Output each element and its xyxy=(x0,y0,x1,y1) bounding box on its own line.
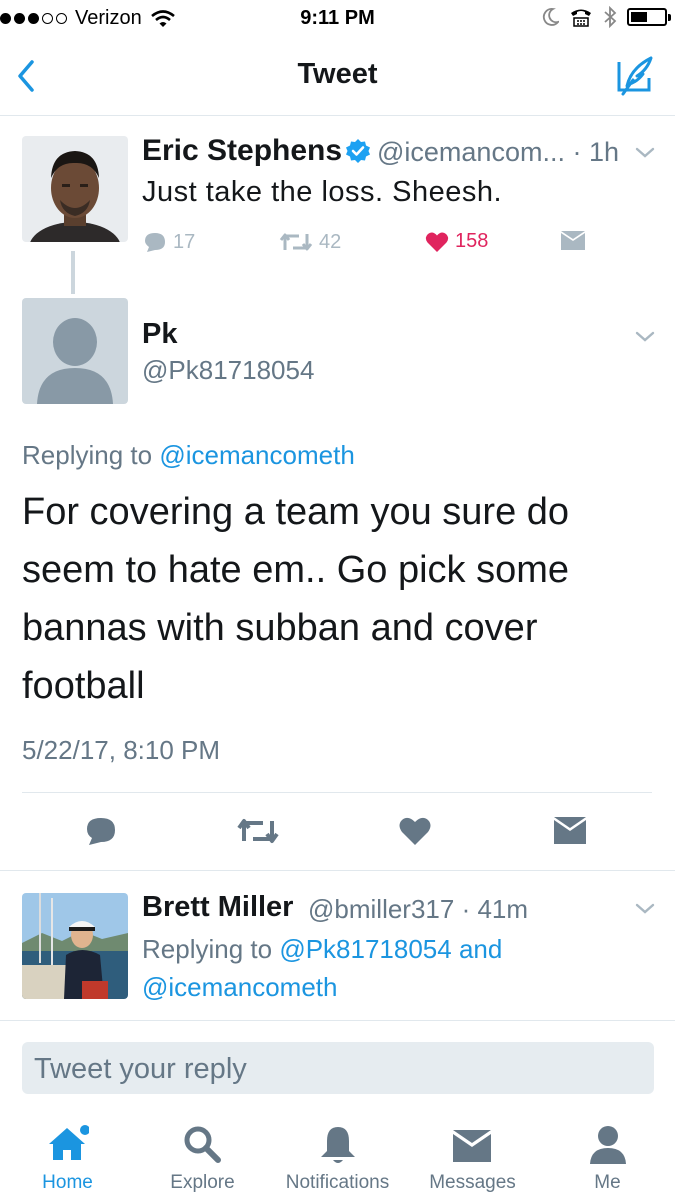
reply-icon xyxy=(145,233,165,252)
tab-label: Home xyxy=(42,1172,93,1193)
direct-message-button[interactable] xyxy=(553,814,587,848)
direct-message-action[interactable] xyxy=(560,230,586,252)
status-bar: Verizon 9:11 PM xyxy=(0,0,675,38)
tab-label: Messages xyxy=(429,1172,516,1193)
thread-connector-line xyxy=(71,251,75,294)
avatar[interactable] xyxy=(22,136,128,242)
compose-tweet-button[interactable] xyxy=(613,54,659,96)
tty-icon xyxy=(571,9,591,27)
bluetooth-icon xyxy=(604,6,617,28)
reply-action[interactable]: 17 xyxy=(143,230,195,254)
tab-home[interactable]: Home xyxy=(0,1112,135,1200)
page-title: Tweet xyxy=(297,58,378,90)
nav-bar: Tweet xyxy=(0,38,675,116)
user-photo-icon xyxy=(22,893,128,999)
verified-badge-icon xyxy=(346,139,370,163)
tab-label: Notifications xyxy=(285,1172,390,1193)
replying-prefix: Replying to xyxy=(22,440,153,470)
author-handle[interactable]: @Pk81718054 xyxy=(142,355,314,386)
tab-label: Explore xyxy=(170,1172,235,1193)
reply-count: 17 xyxy=(173,230,196,253)
replying-to-link[interactable]: @icemancometh xyxy=(159,440,354,470)
like-count: 158 xyxy=(455,230,489,252)
tab-me[interactable]: Me xyxy=(540,1112,675,1200)
author-name[interactable]: Eric Stephens xyxy=(142,134,342,168)
envelope-icon xyxy=(453,1130,491,1162)
divider xyxy=(0,870,675,871)
tab-explore[interactable]: Explore xyxy=(135,1112,270,1200)
person-icon xyxy=(590,1126,626,1164)
replying-to-line: Replying to @icemancometh xyxy=(22,440,355,471)
author-name[interactable]: Brett Miller xyxy=(142,891,293,924)
reply-input[interactable]: Tweet your reply xyxy=(22,1042,654,1094)
user-photo-icon xyxy=(22,136,128,242)
moon-icon xyxy=(542,8,559,26)
avatar[interactable] xyxy=(22,893,128,999)
search-icon xyxy=(184,1126,221,1163)
chevron-down-icon[interactable] xyxy=(634,902,656,916)
home-icon xyxy=(49,1125,89,1160)
divider xyxy=(22,792,652,793)
battery-icon xyxy=(627,8,671,26)
default-profile-icon xyxy=(22,298,128,404)
tab-bar: Home Explore Notifications Messages Me xyxy=(0,1112,675,1200)
tab-messages[interactable]: Messages xyxy=(405,1112,540,1200)
reply-button[interactable] xyxy=(84,814,118,848)
divider xyxy=(0,1020,675,1021)
envelope-icon xyxy=(561,231,585,250)
tweet-meta: @icemancom... · 1h xyxy=(377,137,619,167)
default-avatar[interactable] xyxy=(22,298,128,404)
replying-to-link[interactable]: @Pk81718054 xyxy=(279,934,451,964)
replying-and-word: and xyxy=(458,934,503,964)
chevron-down-icon[interactable] xyxy=(634,330,656,344)
replying-to-link[interactable]: @icemancometh xyxy=(142,972,337,1002)
retweet-button[interactable] xyxy=(236,814,280,848)
bell-icon xyxy=(321,1127,355,1163)
tweet-meta: @bmiller317 · 41m xyxy=(308,894,529,924)
replying-to-line: Replying to @Pk81718054 and @icemancomet… xyxy=(142,930,562,1006)
retweet-action[interactable]: 42 xyxy=(279,230,341,254)
like-button[interactable] xyxy=(398,814,432,848)
author-name[interactable]: Pk xyxy=(142,318,177,351)
heart-icon xyxy=(425,232,449,252)
tab-label: Me xyxy=(594,1172,621,1193)
tweet-text: Just take the loss. Sheesh. xyxy=(142,176,503,208)
replying-prefix: Replying to xyxy=(142,934,273,964)
chevron-down-icon[interactable] xyxy=(634,146,656,160)
tab-notifications[interactable]: Notifications xyxy=(270,1112,405,1200)
like-action[interactable]: 158 xyxy=(425,230,488,253)
retweet-icon xyxy=(279,233,313,251)
tweet-text: For covering a team you sure do seem to … xyxy=(22,491,570,707)
tweet-timestamp: 5/22/17, 8:10 PM xyxy=(22,735,221,765)
retweet-count: 42 xyxy=(319,230,342,253)
status-icons xyxy=(541,6,671,28)
